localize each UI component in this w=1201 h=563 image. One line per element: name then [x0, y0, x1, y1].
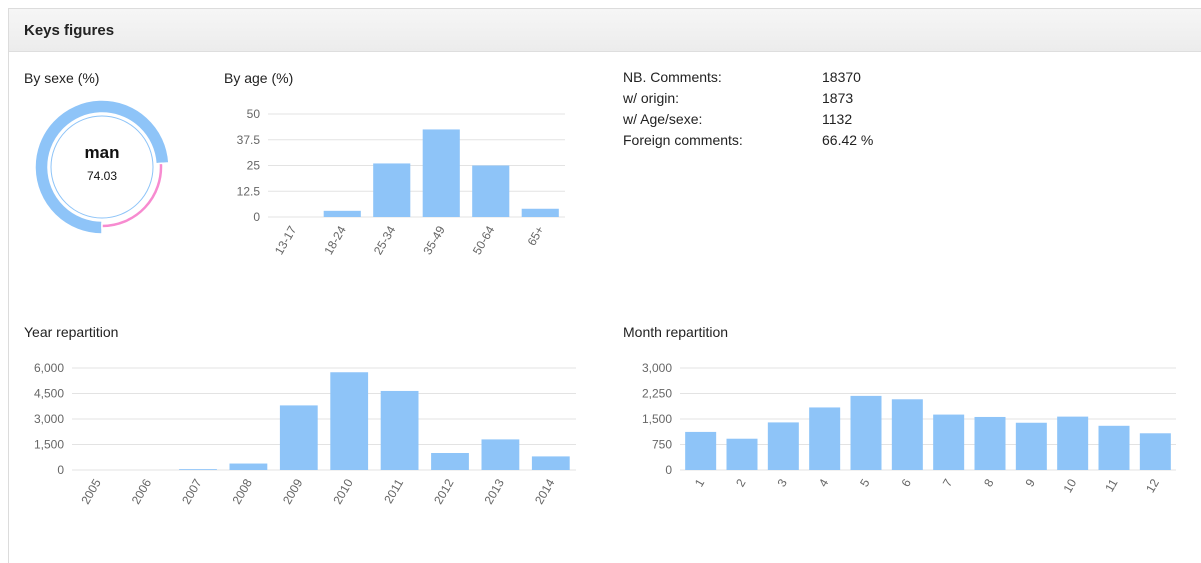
stat-label: w/ origin:: [623, 90, 680, 106]
y-tick-label: 2,250: [642, 387, 672, 401]
bar-35-49: [422, 129, 460, 217]
bar-2013: [481, 439, 520, 470]
stats-table: NB. Comments: 18370 w/ origin: 1873 w/ A…: [623, 69, 923, 153]
bar-2: [726, 438, 758, 470]
x-tick-label: 35-49: [420, 223, 448, 257]
bar-2012: [431, 453, 469, 470]
y-tick-label: 50: [247, 107, 261, 121]
age-chart-title: By age (%): [224, 70, 294, 86]
x-tick-label: 2009: [280, 476, 306, 506]
bar-7: [933, 414, 965, 470]
x-tick-label: 7: [940, 476, 956, 489]
x-tick-label: 25-34: [371, 223, 399, 257]
bar-2010: [330, 372, 369, 470]
y-tick-label: 37.5: [237, 133, 261, 147]
y-tick-label: 750: [652, 438, 672, 452]
x-tick-label: 2014: [532, 476, 558, 506]
bar-2014: [531, 456, 570, 470]
stat-row-age-sexe: w/ Age/sexe: 1132: [623, 111, 923, 132]
bar-2008: [229, 463, 268, 470]
y-tick-label: 1,500: [34, 438, 64, 452]
bar-11: [1098, 425, 1130, 470]
sexe-donut-chart: man 74.03: [34, 99, 170, 235]
bar-65+: [521, 208, 559, 217]
donut-slice-man: [34, 99, 170, 235]
bar-50-64: [472, 165, 510, 217]
bar-1: [685, 431, 717, 470]
year-chart-title: Year repartition: [24, 324, 119, 340]
bar-5: [850, 395, 882, 470]
y-tick-label: 12.5: [237, 184, 261, 198]
stat-row-comments: NB. Comments: 18370: [623, 69, 923, 90]
bar-3: [767, 422, 799, 470]
y-tick-label: 0: [57, 463, 64, 477]
x-tick-label: 18-24: [321, 223, 349, 257]
month-chart-title: Month repartition: [623, 324, 729, 340]
y-tick-label: 0: [665, 463, 672, 477]
x-tick-label: 2006: [129, 476, 155, 506]
x-tick-label: 11: [1102, 476, 1121, 494]
x-tick-label: 1: [692, 476, 708, 489]
x-tick-label: 5: [857, 476, 873, 489]
donut-center-label: man: [85, 143, 120, 162]
bar-2009: [279, 405, 318, 470]
x-tick-label: 9: [1022, 476, 1038, 489]
x-tick-label: 2012: [431, 476, 457, 506]
sexe-chart-title: By sexe (%): [24, 70, 100, 86]
stat-label: w/ Age/sexe:: [623, 111, 703, 127]
donut-inner-ring: [50, 115, 154, 219]
y-tick-label: 0: [253, 210, 260, 224]
stat-label: NB. Comments:: [623, 69, 722, 85]
x-tick-label: 2007: [179, 476, 205, 506]
x-tick-label: 2011: [381, 476, 406, 506]
x-tick-label: 50-64: [470, 223, 498, 257]
x-tick-label: 2: [733, 476, 749, 489]
y-tick-label: 4,500: [34, 387, 64, 401]
y-tick-label: 25: [247, 159, 261, 173]
panel-title: Keys figures: [24, 22, 115, 39]
x-tick-label: 10: [1060, 476, 1079, 495]
bar-6: [891, 399, 923, 470]
stat-label: Foreign comments:: [623, 132, 743, 148]
stat-value: 18370: [822, 69, 861, 85]
bar-8: [974, 416, 1006, 470]
x-tick-label: 4: [816, 476, 832, 489]
bar-12: [1139, 433, 1171, 470]
month-bar-chart: 07501,5002,2503,0001 2 3 4 5 6 7 8 9 10 11 12: [642, 361, 1176, 495]
bar-9: [1015, 422, 1047, 470]
stat-value: 1873: [822, 90, 854, 106]
bar-18-24: [323, 210, 361, 217]
stat-value: 1132: [822, 111, 853, 127]
x-tick-label: 2010: [330, 476, 356, 506]
x-tick-label: 65+: [525, 224, 547, 249]
stat-row-origin: w/ origin: 1873: [623, 90, 923, 111]
bar-10: [1057, 416, 1089, 470]
panel-header: Keys figures: [9, 9, 1201, 52]
bar-2011: [380, 390, 419, 470]
stat-value: 66.42 %: [822, 132, 874, 148]
x-tick-label: 8: [981, 476, 997, 489]
bar-4: [809, 407, 841, 470]
year-bar-chart: 0 1,500 3,000 4,500 6,000 2005 2006 2007 2008 200…: [34, 361, 576, 507]
x-tick-label: 2008: [230, 476, 256, 506]
x-tick-label: 12: [1143, 476, 1162, 495]
y-tick-label: 6,000: [34, 361, 64, 375]
y-tick-label: 3,000: [34, 412, 64, 426]
stat-row-foreign: Foreign comments: 66.42 %: [623, 132, 923, 153]
x-tick-label: 2005: [78, 476, 104, 506]
donut-center-value: 74.03: [87, 169, 117, 183]
x-tick-label: 6: [898, 476, 914, 489]
x-tick-label: 13-17: [272, 223, 300, 257]
bar-25-34: [373, 163, 411, 217]
age-bar-chart: 0 12.5 25 37.5 50 13-17 18-24 25-34 35-49 50-64 65…: [237, 107, 565, 257]
x-tick-label: 2013: [482, 476, 508, 506]
x-tick-label: 3: [774, 476, 790, 489]
bar-2007: [179, 469, 217, 470]
y-tick-label: 3,000: [642, 361, 672, 375]
y-tick-label: 1,500: [642, 412, 672, 426]
